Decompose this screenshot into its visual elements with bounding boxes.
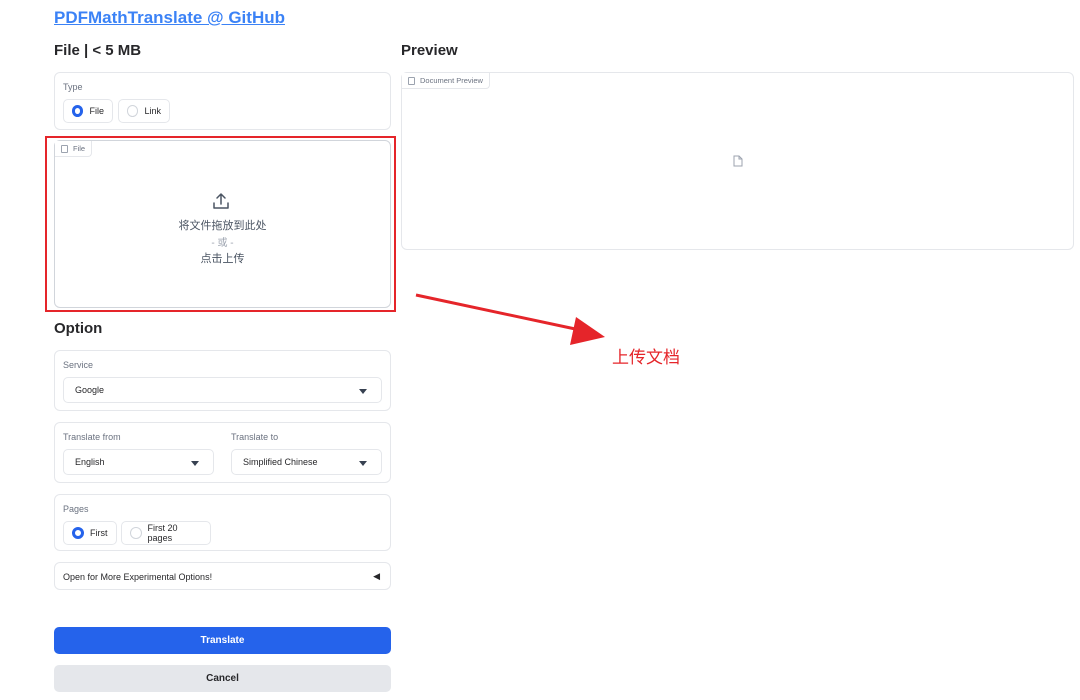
github-title-link[interactable]: PDFMathTranslate @ GitHub xyxy=(54,8,285,28)
dropdown-caret-icon xyxy=(359,461,367,466)
service-select[interactable]: Google xyxy=(63,377,382,403)
document-preview-tag-label: Document Preview xyxy=(420,76,483,85)
collapse-caret-icon: ◀ xyxy=(373,571,380,581)
translate-to-label: Translate to xyxy=(231,432,279,442)
pages-radio-first[interactable]: First xyxy=(63,521,117,545)
experimental-options-label: Open for More Experimental Options! xyxy=(63,572,213,582)
pages-option-first-label: First xyxy=(90,528,108,538)
service-panel: Service Google xyxy=(54,350,391,411)
type-label: Type xyxy=(63,82,83,92)
translate-from-label: Translate from xyxy=(63,432,121,442)
preview-section-heading: Preview xyxy=(401,42,458,59)
type-option-file-label: File xyxy=(89,106,104,116)
service-label: Service xyxy=(63,360,94,370)
document-preview-panel: Document Preview xyxy=(401,72,1074,250)
cancel-button[interactable]: Cancel xyxy=(54,665,391,692)
upload-highlight-box xyxy=(45,136,396,312)
type-radio-link[interactable]: Link xyxy=(118,99,170,123)
option-section-heading: Option xyxy=(54,320,103,337)
dropdown-caret-icon xyxy=(359,389,367,394)
radio-selected-icon xyxy=(72,527,84,539)
service-select-value: Google xyxy=(75,385,105,395)
radio-unselected-icon xyxy=(127,105,139,117)
pages-panel: Pages First First 20 pages xyxy=(54,494,391,551)
type-radio-file[interactable]: File xyxy=(63,99,113,123)
language-panel: Translate from English Translate to Simp… xyxy=(54,422,391,483)
translate-to-value: Simplified Chinese xyxy=(243,457,318,467)
translate-from-select[interactable]: English xyxy=(63,449,214,475)
experimental-options-accordion[interactable]: Open for More Experimental Options! ◀ xyxy=(54,562,391,590)
file-icon xyxy=(408,76,415,85)
pages-label: Pages xyxy=(63,504,89,514)
pages-radio-first-20[interactable]: First 20 pages xyxy=(121,521,211,545)
radio-unselected-icon xyxy=(130,527,142,539)
translate-button[interactable]: Translate xyxy=(54,627,391,654)
file-section-heading: File | < 5 MB xyxy=(54,42,142,59)
document-preview-tag: Document Preview xyxy=(402,73,490,89)
radio-selected-icon xyxy=(72,105,84,117)
document-placeholder-icon xyxy=(733,155,743,167)
translate-to-select[interactable]: Simplified Chinese xyxy=(231,449,382,475)
type-panel: Type File Link xyxy=(54,72,391,130)
type-option-link-label: Link xyxy=(144,106,161,116)
annotation-text: 上传文档 xyxy=(612,348,680,367)
translate-from-value: English xyxy=(75,457,105,467)
annotation-arrow-icon xyxy=(415,293,605,345)
pages-option-first-20-label: First 20 pages xyxy=(147,523,178,543)
dropdown-caret-icon xyxy=(191,461,199,466)
